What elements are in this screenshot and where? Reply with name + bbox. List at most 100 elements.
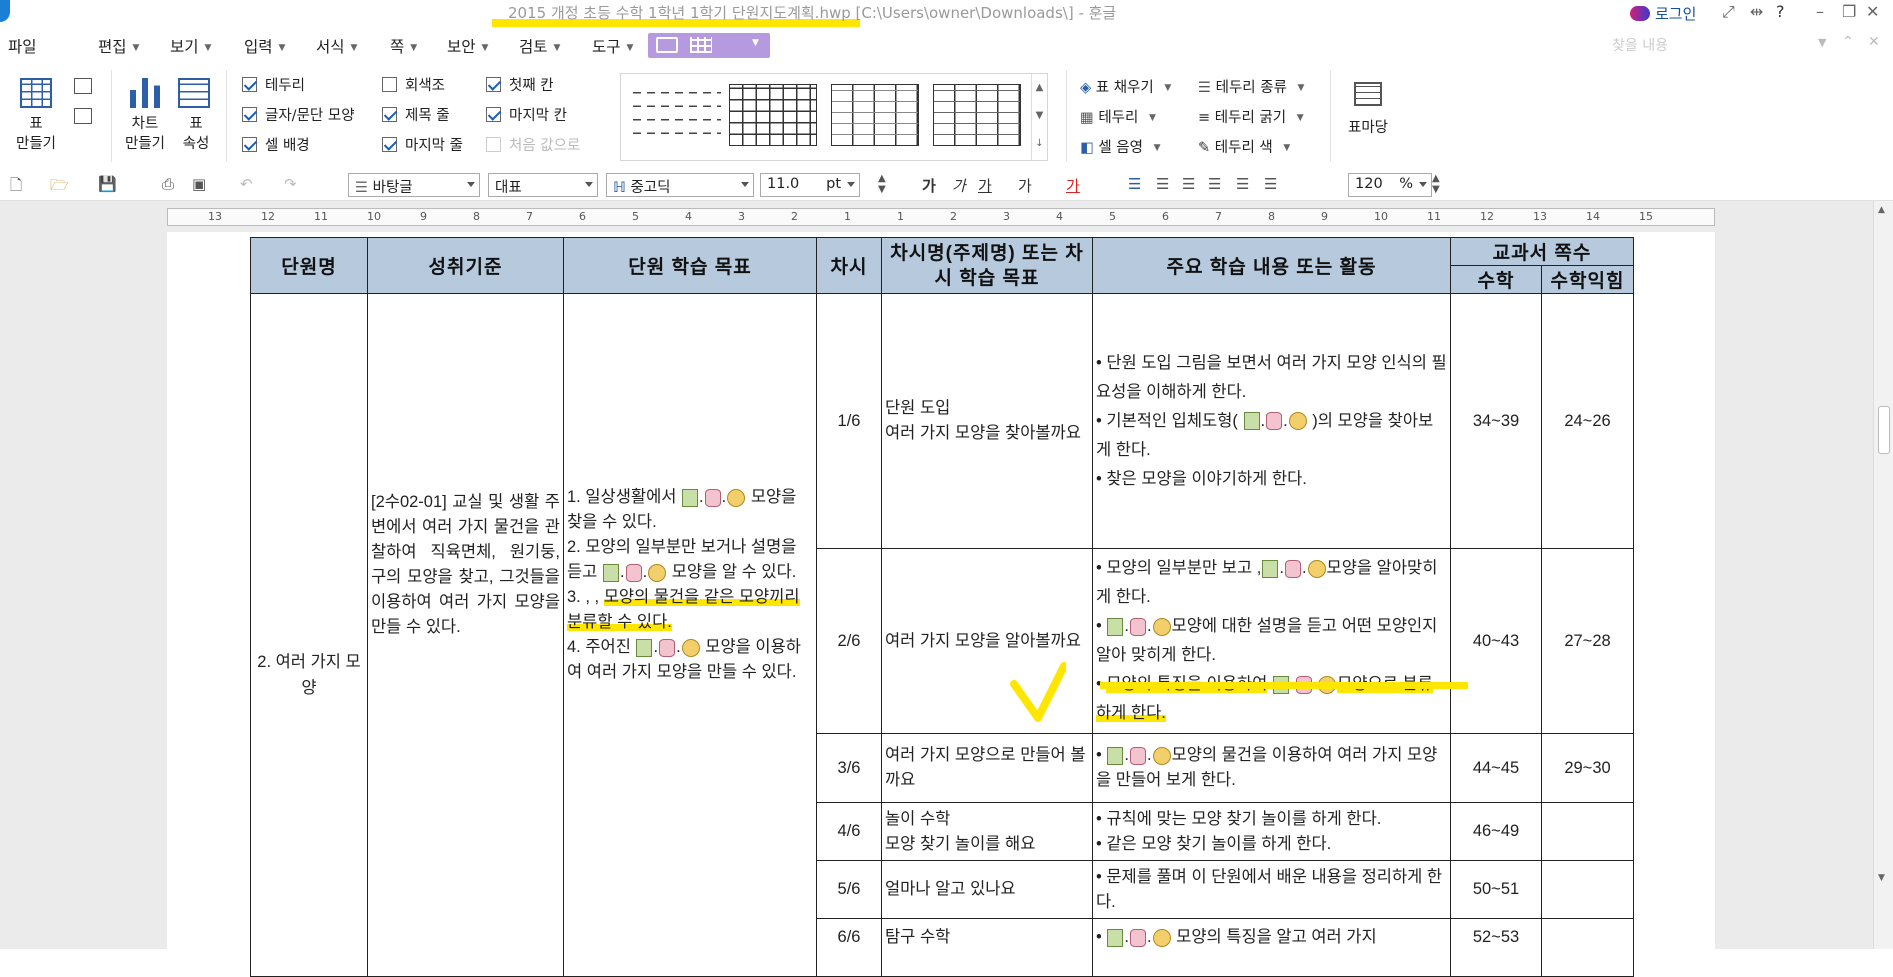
- table-props-button[interactable]: 표 속성: [176, 114, 216, 154]
- undo-icon[interactable]: ↶: [240, 175, 253, 193]
- checkmark-annotation: [1010, 662, 1066, 722]
- split-icon[interactable]: ⇹: [1750, 2, 1763, 21]
- language-select[interactable]: 대표: [488, 173, 598, 197]
- login-button[interactable]: 로그인: [1630, 3, 1696, 24]
- make-chart-button[interactable]: 차트 만들기: [118, 114, 172, 154]
- period-cell: 2/6: [816, 548, 882, 734]
- gallery-scroll[interactable]: ▲ ▼ ↓: [1031, 74, 1047, 160]
- new-doc-icon[interactable]: 🗋: [10, 175, 22, 200]
- size-stepper[interactable]: ▲ ▼: [878, 173, 886, 195]
- check-last-col[interactable]: 마지막 칸: [486, 104, 567, 125]
- menu-insert[interactable]: 입력 ▼: [244, 35, 285, 57]
- workbook-pages-cell: 27~28: [1541, 548, 1634, 734]
- chevron-up-icon[interactable]: ⌃: [1842, 34, 1854, 50]
- italic-button[interactable]: 가: [952, 175, 966, 196]
- unit-cell: 2. 여러 가지 모양: [250, 293, 368, 977]
- check-char-para[interactable]: 글자/문단 모양: [242, 104, 355, 125]
- scroll-down-icon[interactable]: ▼: [1878, 873, 1885, 883]
- check-grayscale[interactable]: 회색조: [382, 74, 445, 95]
- close-search-icon[interactable]: ✕: [1868, 34, 1880, 50]
- check-border[interactable]: 테두리: [242, 74, 305, 95]
- zoom-select[interactable]: 120%: [1348, 173, 1432, 197]
- header-standard: 성취기준: [367, 237, 564, 294]
- style-swatch-1[interactable]: [633, 84, 721, 146]
- help-button[interactable]: ?: [1776, 2, 1785, 21]
- check-last-row[interactable]: 마지막 줄: [382, 134, 463, 155]
- activities-cell: • .. 모양의 물건을 이용하여 여러 가지 모양을 만들어 보게 한다.: [1092, 733, 1451, 803]
- open-folder-icon[interactable]: 🗁: [50, 175, 69, 200]
- pen-icon: ✎: [1198, 140, 1211, 156]
- menu-format[interactable]: 서식 ▼: [316, 35, 357, 57]
- lesson-title-cell: 단원 도입 여러 가지 모양을 찾아볼까요: [881, 293, 1093, 549]
- divide-icon[interactable]: ☰: [1264, 175, 1277, 193]
- scroll-thumb[interactable]: [1878, 406, 1890, 454]
- search-input[interactable]: 찾을 내용: [1612, 35, 1668, 55]
- menu-tools[interactable]: 도구 ▼: [592, 35, 633, 57]
- style-swatch-4[interactable]: [933, 84, 1021, 146]
- distribute-icon[interactable]: ☰: [1236, 175, 1249, 193]
- minimize-icon[interactable]: –: [1816, 2, 1824, 21]
- menu-security[interactable]: 보안 ▼: [447, 35, 488, 57]
- check-title-row[interactable]: 제목 줄: [382, 104, 450, 125]
- check-cell-bg[interactable]: 셀 배경: [242, 134, 310, 155]
- align-left-icon[interactable]: ☰: [1156, 175, 1169, 193]
- reset-style-button[interactable]: 처음 값으로: [486, 134, 580, 155]
- horizontal-ruler[interactable]: 13 12 11 10 9 8 7 6 5 4 3 2 1 1 2 3 4 5 6 7 8 9 10 11 12 13 14 15: [167, 208, 1715, 226]
- preview-icon[interactable]: ▣: [192, 175, 206, 193]
- header-math: 수학: [1450, 265, 1542, 294]
- align-right-icon[interactable]: ☰: [1208, 175, 1221, 193]
- print-icon[interactable]: ⎙: [162, 175, 174, 193]
- border-type-button[interactable]: ☰ 테두리 종류 ▼: [1198, 76, 1304, 97]
- style-swatch-3[interactable]: [831, 84, 919, 146]
- border-width-button[interactable]: ≡ 테두리 굵기 ▼: [1198, 106, 1304, 127]
- fill-table-button[interactable]: ◈ 표 채우기 ▼: [1080, 76, 1171, 97]
- menu-edit[interactable]: 편집 ▼: [98, 35, 139, 57]
- table-edit-icon[interactable]: [74, 78, 92, 94]
- style-select[interactable]: ☰ 바탕글: [348, 173, 480, 197]
- scroll-up-icon[interactable]: ▲: [1878, 205, 1885, 215]
- table-erase-icon[interactable]: [74, 108, 92, 124]
- align-center-icon[interactable]: ☰: [1182, 175, 1195, 193]
- standard-cell: [2수02-01] 교실 및 생활 주변에서 여러 가지 물건을 관찰하여 직육…: [367, 293, 564, 977]
- check-first-col[interactable]: 첫째 칸: [486, 74, 554, 95]
- font-select[interactable]: ℍ 중고딕: [606, 173, 754, 197]
- ruler-number: 2: [791, 210, 798, 223]
- save-icon[interactable]: 💾: [98, 175, 117, 193]
- ruler-number: 8: [473, 210, 480, 223]
- font-color-button[interactable]: 가: [1066, 175, 1080, 196]
- vertical-scrollbar[interactable]: ▲ ▼: [1873, 201, 1893, 949]
- menu-page[interactable]: 쪽 ▼: [390, 35, 417, 57]
- zoom-stepper[interactable]: ▲ ▼: [1432, 173, 1440, 195]
- border-button[interactable]: ▦ 테두리 ▼: [1080, 106, 1156, 127]
- ruler-number: 10: [1374, 210, 1388, 223]
- ruler-number: 12: [261, 210, 275, 223]
- search-dropdown-icon[interactable]: ▼: [1818, 36, 1826, 49]
- menu-view[interactable]: 보기 ▼: [170, 35, 211, 57]
- align-justify-icon[interactable]: ☰: [1128, 175, 1141, 193]
- strike-button[interactable]: 가: [1018, 175, 1032, 196]
- ribbon-divider: [111, 70, 112, 162]
- header-textbook-pages: 교과서 쪽수: [1450, 237, 1634, 266]
- ribbon-divider: [1330, 70, 1331, 162]
- table-style-gallery[interactable]: ▲ ▼ ↓: [620, 73, 1048, 161]
- menu-review[interactable]: 검토 ▼: [519, 35, 560, 57]
- activities-cell: • 문제를 풀며 이 단원에서 배운 내용을 정리하게 한다.: [1092, 860, 1451, 919]
- font-size-input[interactable]: 11.0 pt: [760, 173, 860, 197]
- menu-file[interactable]: 파일: [8, 35, 37, 57]
- cell-shade-button[interactable]: ◧ 셀 음영 ▼: [1080, 136, 1160, 157]
- border-color-button[interactable]: ✎ 테두리 색 ▼: [1198, 136, 1290, 157]
- restore-icon[interactable]: ❐: [1842, 2, 1856, 21]
- bold-button[interactable]: 가: [922, 175, 936, 196]
- table-context-tab[interactable]: ▼: [648, 33, 770, 58]
- fullscreen-icon[interactable]: ⤢: [1722, 2, 1735, 22]
- table-anchor-icon: [1354, 82, 1382, 106]
- redo-icon[interactable]: ↷: [284, 175, 297, 193]
- header-goals: 단원 학습 목표: [563, 237, 817, 294]
- close-icon[interactable]: ✕: [1866, 2, 1879, 21]
- font-icon: ℍ: [613, 180, 626, 196]
- underline-button[interactable]: 가: [978, 175, 992, 196]
- table-anchor-button[interactable]: 표마당: [1348, 116, 1388, 137]
- style-swatch-2[interactable]: [729, 84, 817, 146]
- chevron-down-icon: ▼: [752, 38, 759, 48]
- make-table-button[interactable]: 표 만들기: [10, 114, 62, 154]
